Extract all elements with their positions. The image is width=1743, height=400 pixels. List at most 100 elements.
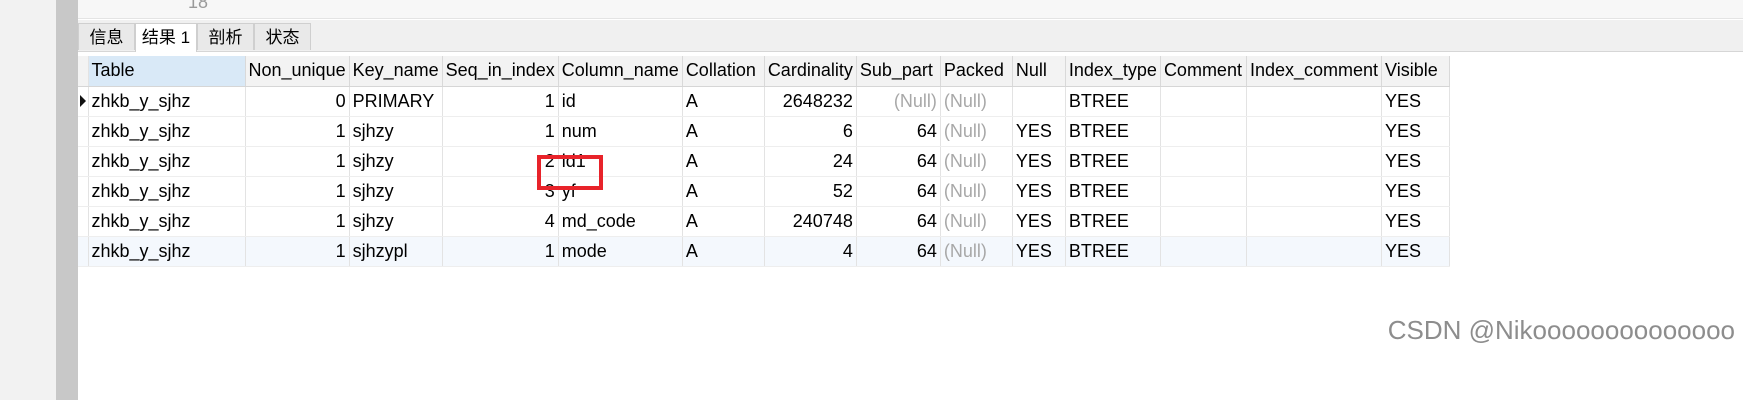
cell-cardinality[interactable]: 4: [764, 236, 857, 267]
cell-index-comment[interactable]: [1246, 236, 1383, 267]
cell-comment[interactable]: [1160, 236, 1247, 267]
cell-packed[interactable]: (Null): [940, 86, 1013, 117]
column-header-cardinality[interactable]: Cardinality: [764, 56, 857, 87]
tab-result-1[interactable]: 结果 1: [135, 23, 197, 52]
cell-index-comment[interactable]: [1246, 116, 1383, 147]
table-row[interactable]: zhkb_y_sjhz 1 sjhzy 2 id1 A 24 64 (Null)…: [78, 146, 1451, 177]
column-header-sub-part[interactable]: Sub_part: [856, 56, 941, 87]
cell-cardinality[interactable]: 6: [764, 116, 857, 147]
cell-key-name[interactable]: sjhzypl: [349, 236, 443, 267]
tab-profile[interactable]: 剖析: [197, 23, 254, 50]
table-row[interactable]: zhkb_y_sjhz 0 PRIMARY 1 id A 2648232 (Nu…: [78, 86, 1451, 117]
table-row[interactable]: zhkb_y_sjhz 1 sjhzy 3 yf A 52 64 (Null) …: [78, 176, 1451, 207]
table-row[interactable]: zhkb_y_sjhz 1 sjhzy 4 md_code A 240748 6…: [78, 206, 1451, 237]
cell-null[interactable]: YES: [1012, 236, 1066, 267]
cell-visible[interactable]: YES: [1381, 206, 1451, 237]
cell-sub-part[interactable]: 64: [856, 116, 941, 147]
tab-info[interactable]: 信息: [78, 23, 135, 50]
cell-column-name[interactable]: md_code: [558, 206, 683, 237]
cell-packed[interactable]: (Null): [940, 116, 1013, 147]
cell-packed[interactable]: (Null): [940, 146, 1013, 177]
column-header-non-unique[interactable]: Non_unique: [245, 56, 350, 87]
cell-index-comment[interactable]: [1246, 146, 1383, 177]
cell-cardinality[interactable]: 52: [764, 176, 857, 207]
cell-collation[interactable]: A: [682, 86, 765, 117]
cell-seq-in-index[interactable]: 1: [442, 116, 559, 147]
column-header-comment[interactable]: Comment: [1160, 56, 1247, 87]
cell-key-name[interactable]: sjhzy: [349, 176, 443, 207]
cell-collation[interactable]: A: [682, 116, 765, 147]
column-header-index-type[interactable]: Index_type: [1065, 56, 1161, 87]
cell-key-name[interactable]: sjhzy: [349, 206, 443, 237]
table-row[interactable]: zhkb_y_sjhz 1 sjhzypl 1 mode A 4 64 (Nul…: [78, 236, 1451, 267]
cell-sub-part[interactable]: 64: [856, 146, 941, 177]
column-header-visible[interactable]: Visible: [1381, 56, 1451, 87]
cell-visible[interactable]: YES: [1381, 146, 1451, 177]
cell-index-type[interactable]: BTREE: [1065, 86, 1161, 117]
column-header-index-comment[interactable]: Index_comment: [1246, 56, 1383, 87]
cell-column-name[interactable]: mode: [558, 236, 683, 267]
cell-non-unique[interactable]: 1: [245, 176, 350, 207]
column-header-table[interactable]: Table: [88, 56, 246, 87]
cell-collation[interactable]: A: [682, 176, 765, 207]
cell-non-unique[interactable]: 0: [245, 86, 350, 117]
cell-null[interactable]: YES: [1012, 116, 1066, 147]
cell-column-name[interactable]: id: [558, 86, 683, 117]
cell-non-unique[interactable]: 1: [245, 206, 350, 237]
cell-non-unique[interactable]: 1: [245, 236, 350, 267]
cell-table[interactable]: zhkb_y_sjhz: [88, 116, 246, 147]
cell-null[interactable]: [1012, 86, 1066, 117]
cell-comment[interactable]: [1160, 146, 1247, 177]
cell-collation[interactable]: A: [682, 146, 765, 177]
cell-index-type[interactable]: BTREE: [1065, 176, 1161, 207]
cell-seq-in-index[interactable]: 1: [442, 86, 559, 117]
column-header-null[interactable]: Null: [1012, 56, 1066, 87]
cell-table[interactable]: zhkb_y_sjhz: [88, 86, 246, 117]
cell-seq-in-index[interactable]: 4: [442, 206, 559, 237]
cell-table[interactable]: zhkb_y_sjhz: [88, 176, 246, 207]
cell-non-unique[interactable]: 1: [245, 116, 350, 147]
cell-table[interactable]: zhkb_y_sjhz: [88, 146, 246, 177]
cell-index-comment[interactable]: [1246, 206, 1383, 237]
cell-sub-part[interactable]: 64: [856, 236, 941, 267]
cell-key-name[interactable]: sjhzy: [349, 146, 443, 177]
cell-non-unique[interactable]: 1: [245, 146, 350, 177]
cell-table[interactable]: zhkb_y_sjhz: [88, 206, 246, 237]
cell-packed[interactable]: (Null): [940, 236, 1013, 267]
cell-comment[interactable]: [1160, 176, 1247, 207]
cell-visible[interactable]: YES: [1381, 116, 1451, 147]
cell-comment[interactable]: [1160, 116, 1247, 147]
cell-null[interactable]: YES: [1012, 206, 1066, 237]
cell-visible[interactable]: YES: [1381, 86, 1451, 117]
cell-collation[interactable]: A: [682, 236, 765, 267]
cell-key-name[interactable]: PRIMARY: [349, 86, 443, 117]
cell-table[interactable]: zhkb_y_sjhz: [88, 236, 246, 267]
cell-seq-in-index[interactable]: 1: [442, 236, 559, 267]
cell-index-type[interactable]: BTREE: [1065, 146, 1161, 177]
cell-column-name[interactable]: num: [558, 116, 683, 147]
cell-sub-part[interactable]: 64: [856, 206, 941, 237]
cell-comment[interactable]: [1160, 86, 1247, 117]
cell-null[interactable]: YES: [1012, 146, 1066, 177]
cell-sub-part[interactable]: (Null): [856, 86, 941, 117]
cell-packed[interactable]: (Null): [940, 176, 1013, 207]
column-header-collation[interactable]: Collation: [682, 56, 765, 87]
tab-status[interactable]: 状态: [254, 23, 311, 50]
cell-index-type[interactable]: BTREE: [1065, 116, 1161, 147]
cell-index-type[interactable]: BTREE: [1065, 206, 1161, 237]
column-header-packed[interactable]: Packed: [940, 56, 1013, 87]
table-row[interactable]: zhkb_y_sjhz 1 sjhzy 1 num A 6 64 (Null) …: [78, 116, 1451, 147]
cell-index-comment[interactable]: [1246, 86, 1383, 117]
cell-visible[interactable]: YES: [1381, 236, 1451, 267]
cell-visible[interactable]: YES: [1381, 176, 1451, 207]
cell-sub-part[interactable]: 64: [856, 176, 941, 207]
cell-comment[interactable]: [1160, 206, 1247, 237]
cell-collation[interactable]: A: [682, 206, 765, 237]
cell-index-comment[interactable]: [1246, 176, 1383, 207]
column-header-key-name[interactable]: Key_name: [349, 56, 443, 87]
column-header-seq-in-index[interactable]: Seq_in_index: [442, 56, 559, 87]
cell-cardinality[interactable]: 24: [764, 146, 857, 177]
cell-cardinality[interactable]: 2648232: [764, 86, 857, 117]
column-header-column-name[interactable]: Column_name: [558, 56, 683, 87]
cell-cardinality[interactable]: 240748: [764, 206, 857, 237]
